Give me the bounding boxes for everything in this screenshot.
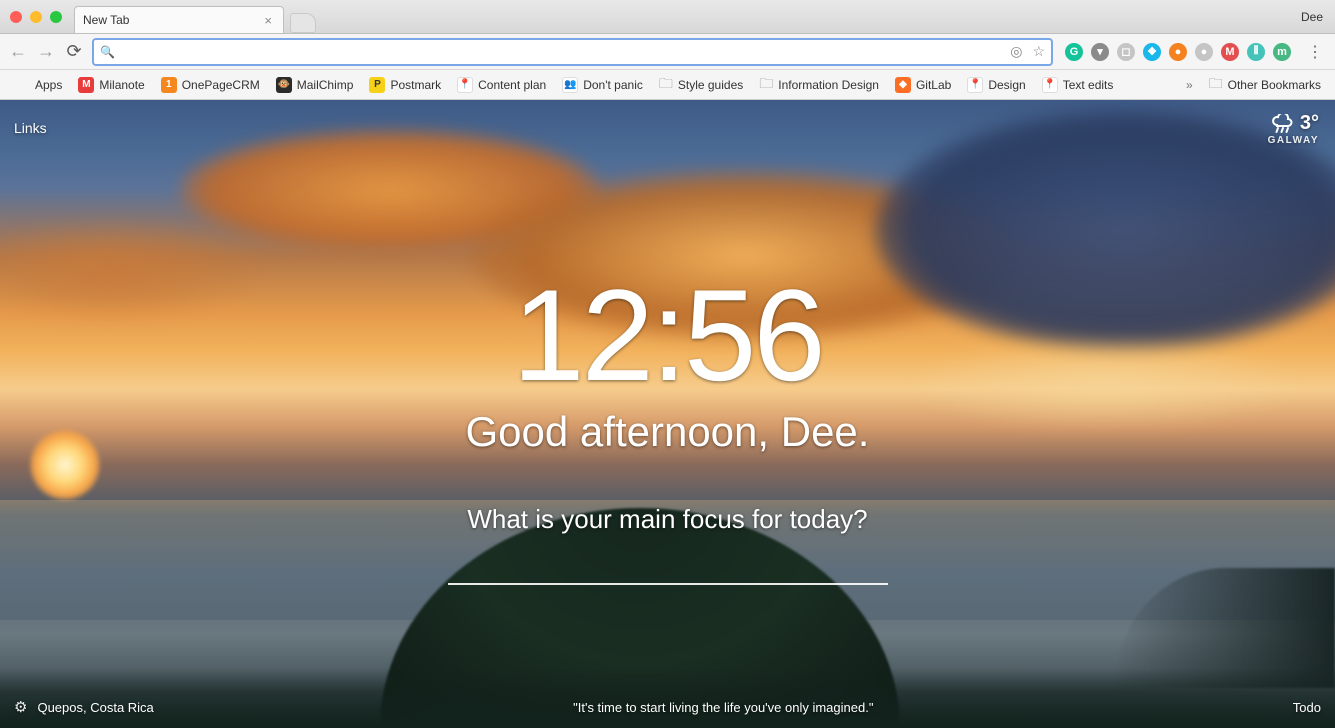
titlebar: New Tab × Dee: [0, 0, 1335, 34]
new-tab-button[interactable]: [290, 13, 316, 33]
focus-prompt: What is your main focus for today?: [0, 504, 1335, 535]
bookmark-star-icon[interactable]: ☆: [1032, 43, 1045, 60]
bookmark-label: OnePageCRM: [182, 78, 260, 92]
folder-icon: 🗀: [659, 73, 673, 97]
new-tab-content: Links 3° GALWAY 12:56 Good afternoon, De…: [0, 100, 1335, 728]
extension-ext-red-icon[interactable]: M: [1221, 43, 1239, 61]
maximize-window-button[interactable]: [50, 11, 62, 23]
forward-button[interactable]: →: [36, 41, 56, 62]
bookmark-label: Text edits: [1063, 78, 1114, 92]
bookmark-label: Style guides: [678, 78, 743, 92]
weather-widget[interactable]: 3° GALWAY: [1268, 112, 1319, 146]
address-input[interactable]: [121, 44, 1000, 59]
bookmark-item[interactable]: 👥 Don't panic: [556, 74, 649, 96]
site-info-icon[interactable]: ◎: [1010, 43, 1022, 60]
extension-ext-orange-icon[interactable]: ●: [1169, 43, 1187, 61]
bookmark-item[interactable]: M Milanote: [72, 74, 150, 96]
other-bookmarks-folder[interactable]: 🗀 Other Bookmarks: [1203, 70, 1327, 100]
other-bookmarks-label: Other Bookmarks: [1228, 78, 1321, 92]
photo-location[interactable]: Quepos, Costa Rica: [37, 700, 153, 715]
settings-gear-icon[interactable]: ⚙: [14, 698, 27, 716]
profile-name[interactable]: Dee: [1301, 10, 1335, 24]
bookmark-label: Design: [988, 78, 1025, 92]
minimize-window-button[interactable]: [30, 11, 42, 23]
window-controls: [0, 11, 62, 23]
quote-text[interactable]: "It's time to start living the life you'…: [154, 700, 1293, 715]
tab-new-tab[interactable]: New Tab ×: [74, 6, 284, 33]
extension-pocket-icon[interactable]: ▾: [1091, 43, 1109, 61]
bookmarks-bar: Apps M Milanote 1 OnePageCRM 🐵 MailChimp P Postm…: [0, 70, 1335, 100]
toolbar: ← → ⟳ 🔍 ◎ ☆ G ▾ ◻ ❖ ● ● M ⦀ m ⋮: [0, 34, 1335, 70]
extension-buffer-icon[interactable]: ❖: [1143, 43, 1161, 61]
clock: 12:56: [0, 270, 1335, 400]
bookmark-favicon: ◆: [895, 77, 911, 93]
close-window-button[interactable]: [10, 11, 22, 23]
folder-icon: 🗀: [759, 73, 773, 97]
omnibox[interactable]: 🔍 ◎ ☆: [92, 38, 1053, 66]
bookmark-favicon: 1: [161, 77, 177, 93]
bookmark-favicon: P: [369, 77, 385, 93]
bookmark-item[interactable]: P Postmark: [363, 74, 447, 96]
focus-input-wrap: [448, 549, 888, 585]
extension-ext-teal-icon[interactable]: ⦀: [1247, 43, 1265, 61]
bookmark-label: GitLab: [916, 78, 951, 92]
bookmark-label: Content plan: [478, 78, 546, 92]
bookmark-item[interactable]: 📍 Content plan: [451, 74, 552, 96]
bookmark-item[interactable]: 🗀 Information Design: [753, 70, 885, 100]
bookmark-label: Apps: [35, 78, 62, 92]
bookmark-label: Postmark: [390, 78, 441, 92]
bookmark-item[interactable]: 📍 Text edits: [1036, 74, 1120, 96]
folder-icon: 🗀: [1209, 73, 1223, 97]
bookmark-favicon: 🐵: [276, 77, 292, 93]
weather-temp: 3°: [1300, 112, 1319, 135]
bookmark-favicon: 📍: [1042, 77, 1058, 93]
bottom-bar: ⚙ Quepos, Costa Rica "It's time to start…: [0, 698, 1335, 716]
greeting: Good afternoon, Dee.: [0, 408, 1335, 456]
extension-ext-gray-icon[interactable]: ●: [1195, 43, 1213, 61]
bookmark-item[interactable]: Apps: [8, 74, 68, 96]
browser-menu-button[interactable]: ⋮: [1303, 42, 1327, 62]
bookmark-favicon: 📍: [967, 77, 983, 93]
reload-button[interactable]: ⟳: [64, 41, 84, 62]
extension-grammarly-icon[interactable]: G: [1065, 43, 1083, 61]
weather-rain-icon: [1270, 114, 1294, 134]
browser-chrome: New Tab × Dee ← → ⟳ 🔍 ◎ ☆ G ▾ ◻ ❖ ● ● M ⦀ m ⋮ Ap…: [0, 0, 1335, 100]
todo-button[interactable]: Todo: [1293, 700, 1321, 715]
search-icon: 🔍: [100, 45, 115, 59]
extension-tray: G ▾ ◻ ❖ ● ● M ⦀ m: [1061, 43, 1295, 61]
links-button[interactable]: Links: [14, 120, 47, 136]
close-tab-icon[interactable]: ×: [261, 13, 275, 28]
apps-icon: [14, 77, 30, 93]
bookmark-item[interactable]: 🗀 Style guides: [653, 70, 749, 100]
focus-input[interactable]: [448, 549, 888, 583]
bookmark-item[interactable]: ◆ GitLab: [889, 74, 957, 96]
weather-location: GALWAY: [1268, 135, 1319, 146]
bookmark-label: MailChimp: [297, 78, 354, 92]
bookmark-favicon: 📍: [457, 77, 473, 93]
bookmark-favicon: M: [78, 77, 94, 93]
bookmark-label: Don't panic: [583, 78, 643, 92]
bookmark-item[interactable]: 1 OnePageCRM: [155, 74, 266, 96]
tab-title: New Tab: [83, 13, 129, 27]
bookmark-label: Information Design: [778, 78, 879, 92]
bookmark-item[interactable]: 📍 Design: [961, 74, 1031, 96]
extension-readlater-icon[interactable]: ◻: [1117, 43, 1135, 61]
back-button[interactable]: ←: [8, 41, 28, 62]
bookmark-label: Milanote: [99, 78, 144, 92]
extension-ext-green-icon[interactable]: m: [1273, 43, 1291, 61]
bookmark-favicon: 👥: [562, 77, 578, 93]
bookmarks-overflow-icon[interactable]: »: [1180, 78, 1199, 92]
bookmark-item[interactable]: 🐵 MailChimp: [270, 74, 360, 96]
center-block: 12:56 Good afternoon, Dee. What is your …: [0, 270, 1335, 585]
tab-strip: New Tab ×: [74, 0, 316, 33]
